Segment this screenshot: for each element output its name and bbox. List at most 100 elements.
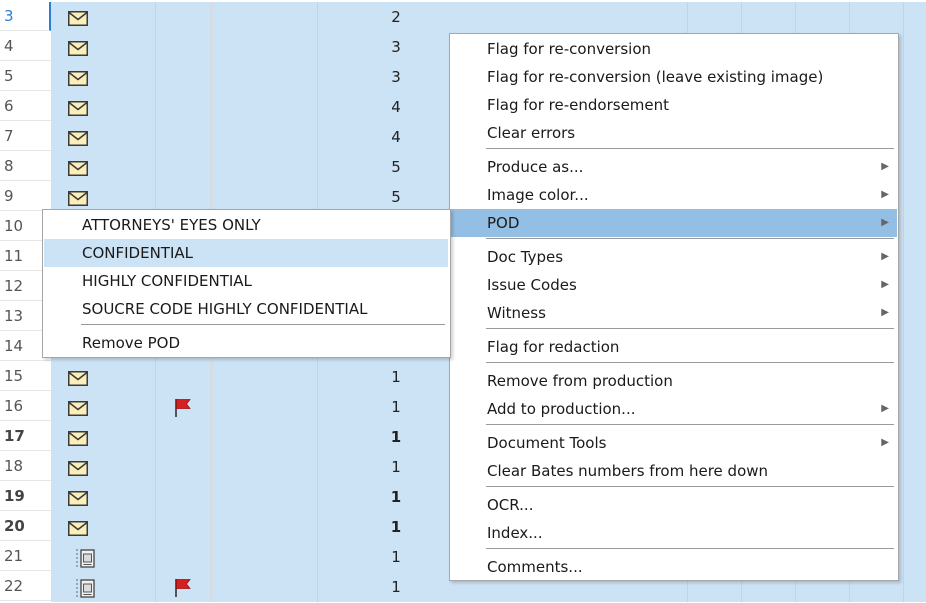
menu-item-pod[interactable]: POD ▶ xyxy=(451,209,897,237)
column-divider xyxy=(903,32,904,62)
column-divider xyxy=(903,542,904,572)
column-divider xyxy=(155,542,156,572)
menu-item-clear-errors[interactable]: Clear errors xyxy=(451,119,897,147)
column-divider xyxy=(210,482,213,512)
submenu-arrow-icon: ▶ xyxy=(881,161,889,172)
page-count: 3 xyxy=(391,68,401,86)
row-number: 3 xyxy=(0,2,51,31)
submenu-arrow-icon: ▶ xyxy=(881,403,889,414)
submenu-arrow-icon: ▶ xyxy=(881,217,889,228)
envelope-icon xyxy=(68,401,88,420)
menu-item-flag-reconversion-leave-image[interactable]: Flag for re-conversion (leave existing i… xyxy=(451,63,897,91)
menu-item-witness[interactable]: Witness ▶ xyxy=(451,299,897,327)
page-count: 1 xyxy=(391,548,401,566)
column-divider xyxy=(903,362,904,392)
submenu-arrow-icon: ▶ xyxy=(881,307,889,318)
column-divider xyxy=(903,482,904,512)
menu-item-ocr[interactable]: OCR... xyxy=(451,491,897,519)
row-number: 6 xyxy=(0,92,51,121)
column-divider xyxy=(317,392,318,422)
menu-separator xyxy=(486,328,894,329)
column-divider xyxy=(155,422,156,452)
page-count: 4 xyxy=(391,128,401,146)
column-divider xyxy=(903,212,904,242)
row-number: 7 xyxy=(0,122,51,151)
flag-icon[interactable] xyxy=(174,398,192,422)
column-divider xyxy=(155,152,156,182)
column-divider xyxy=(210,512,213,542)
menu-item-produce-as[interactable]: Produce as... ▶ xyxy=(451,153,897,181)
column-divider xyxy=(317,542,318,572)
column-divider xyxy=(317,422,318,452)
menu-item-flag-reendorsement[interactable]: Flag for re-endorsement xyxy=(451,91,897,119)
page-count: 1 xyxy=(391,458,401,476)
page-count: 4 xyxy=(391,98,401,116)
table-row[interactable]: 32 xyxy=(0,2,926,32)
menu-item-flag-reconversion[interactable]: Flag for re-conversion xyxy=(451,35,897,63)
column-divider xyxy=(210,62,213,92)
menu-item-doc-types[interactable]: Doc Types ▶ xyxy=(451,243,897,271)
column-divider xyxy=(210,122,213,152)
row-number: 15 xyxy=(0,362,51,391)
envelope-icon xyxy=(68,371,88,390)
column-divider xyxy=(155,392,156,422)
row-number: 22 xyxy=(0,572,51,601)
column-divider xyxy=(210,152,213,182)
envelope-icon xyxy=(68,101,88,120)
pod-item-attorneys-eyes-only[interactable]: ATTORNEYS' EYES ONLY xyxy=(44,211,448,239)
pod-item-remove-pod[interactable]: Remove POD xyxy=(44,329,448,357)
column-divider xyxy=(903,272,904,302)
column-divider xyxy=(155,122,156,152)
menu-separator xyxy=(486,486,894,487)
pod-item-confidential[interactable]: CONFIDENTIAL xyxy=(44,239,448,267)
column-divider xyxy=(155,452,156,482)
submenu-arrow-icon: ▶ xyxy=(881,251,889,262)
column-divider xyxy=(210,362,213,392)
menu-item-comments[interactable]: Comments... xyxy=(451,553,897,581)
pod-item-source-code-highly-confidential[interactable]: SOUCRE CODE HIGHLY CONFIDENTIAL xyxy=(44,295,448,323)
page-count: 1 xyxy=(390,428,402,446)
envelope-icon xyxy=(68,491,88,510)
column-divider xyxy=(317,122,318,152)
submenu-arrow-icon: ▶ xyxy=(881,279,889,290)
envelope-icon xyxy=(68,431,88,450)
column-divider xyxy=(849,2,850,32)
row-cells[interactable]: 2 xyxy=(51,2,926,32)
envelope-icon xyxy=(68,521,88,540)
row-number: 5 xyxy=(0,62,51,91)
column-divider xyxy=(903,452,904,482)
menu-item-document-tools[interactable]: Document Tools ▶ xyxy=(451,429,897,457)
menu-item-clear-bates[interactable]: Clear Bates numbers from here down xyxy=(451,457,897,485)
column-divider xyxy=(317,152,318,182)
menu-item-add-to-production[interactable]: Add to production... ▶ xyxy=(451,395,897,423)
menu-item-index[interactable]: Index... xyxy=(451,519,897,547)
column-divider xyxy=(155,62,156,92)
menu-separator xyxy=(486,424,894,425)
pod-item-highly-confidential[interactable]: HIGHLY CONFIDENTIAL xyxy=(44,267,448,295)
page-count: 1 xyxy=(391,398,401,416)
menu-item-image-color[interactable]: Image color... ▶ xyxy=(451,181,897,209)
page-count: 5 xyxy=(391,158,401,176)
column-divider xyxy=(795,2,796,32)
column-divider xyxy=(155,482,156,512)
column-divider xyxy=(903,62,904,92)
row-number: 17 xyxy=(0,422,51,451)
menu-separator xyxy=(81,324,445,325)
menu-item-issue-codes[interactable]: Issue Codes ▶ xyxy=(451,271,897,299)
column-divider xyxy=(903,152,904,182)
row-number: 4 xyxy=(0,32,51,61)
envelope-icon xyxy=(68,71,88,90)
envelope-icon xyxy=(68,131,88,150)
column-divider xyxy=(903,122,904,152)
column-divider xyxy=(903,182,904,212)
page-count: 1 xyxy=(390,488,402,506)
menu-item-remove-from-production[interactable]: Remove from production xyxy=(451,367,897,395)
column-divider xyxy=(210,32,213,62)
envelope-icon xyxy=(68,461,88,480)
page-count: 1 xyxy=(390,518,402,536)
column-divider xyxy=(155,92,156,122)
page-count: 3 xyxy=(391,38,401,56)
context-menu: Flag for re-conversion Flag for re-conve… xyxy=(449,33,899,581)
flag-icon[interactable] xyxy=(174,578,192,602)
menu-item-flag-redaction[interactable]: Flag for redaction xyxy=(451,333,897,361)
